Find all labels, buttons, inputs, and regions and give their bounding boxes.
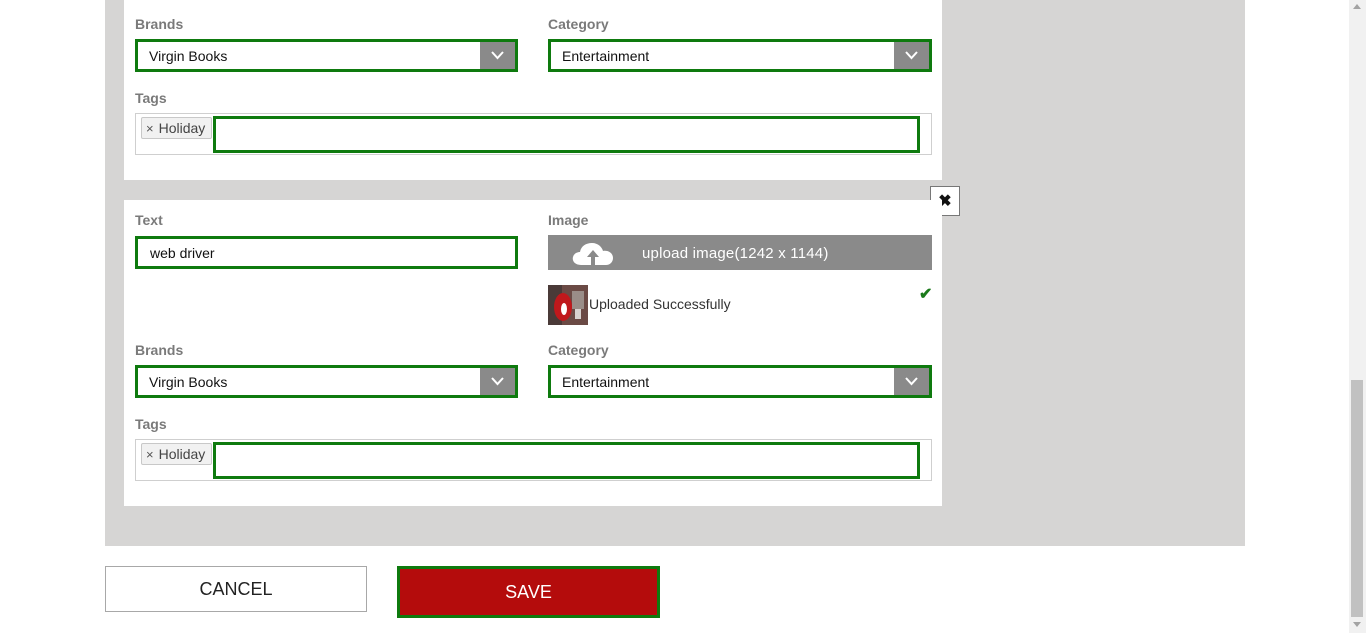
category-select-value: Entertainment [562,48,650,64]
category-select[interactable]: Entertainment [548,365,932,398]
upload-image-button[interactable]: upload image(1242 x 1144) [548,235,932,270]
category-label: Category [548,16,609,32]
save-button[interactable]: SAVE [397,566,660,618]
cancel-button[interactable]: CANCEL [105,566,367,612]
chevron-down-icon[interactable] [894,368,929,395]
category-label: Category [548,342,609,358]
tags-label: Tags [135,416,167,432]
chevron-down-icon[interactable] [480,42,515,69]
page: Brands Virgin Books Category Entertainme… [0,0,1366,633]
tags-label: Tags [135,90,167,106]
tag-remove-icon[interactable]: × [146,447,154,462]
text-label: Text [135,212,163,228]
brands-select-value: Virgin Books [149,374,228,390]
tag-remove-icon[interactable]: × [146,121,154,136]
item-card-top: Brands Virgin Books Category Entertainme… [124,0,942,180]
brands-label: Brands [135,342,184,358]
text-field-value: web driver [150,245,215,261]
tag-chip: × Holiday [141,443,213,465]
tags-field[interactable]: × Holiday [135,113,932,155]
tag-chip-label: Holiday [158,120,206,136]
upload-status-text: Uploaded Successfully [589,296,731,312]
brands-select[interactable]: Virgin Books [135,365,518,398]
brands-label: Brands [135,16,184,32]
category-select[interactable]: Entertainment [548,39,932,72]
item-card-bottom: Text web driver Image upload image(1242 … [124,200,942,506]
chevron-down-icon[interactable] [894,42,929,69]
tags-field[interactable]: × Holiday [135,439,932,481]
brands-select[interactable]: Virgin Books [135,39,518,72]
cloud-upload-icon [572,243,613,265]
tag-input[interactable] [213,116,920,153]
chevron-down-icon[interactable] [480,368,515,395]
scrollbar-thumb[interactable] [1351,380,1363,617]
scroll-up-icon[interactable] [1353,4,1361,9]
uploaded-image-thumbnail [548,285,588,325]
tag-chip: × Holiday [141,117,213,139]
vertical-scrollbar[interactable] [1349,0,1366,633]
category-select-value: Entertainment [562,374,650,390]
tag-chip-label: Holiday [158,446,206,462]
brands-select-value: Virgin Books [149,48,228,64]
tag-input[interactable] [213,442,920,479]
scroll-down-icon[interactable] [1353,622,1361,627]
text-field[interactable]: web driver [135,236,518,269]
image-label: Image [548,212,589,228]
upload-image-label: upload image(1242 x 1144) [642,245,829,262]
check-icon: ✔ [919,286,933,303]
